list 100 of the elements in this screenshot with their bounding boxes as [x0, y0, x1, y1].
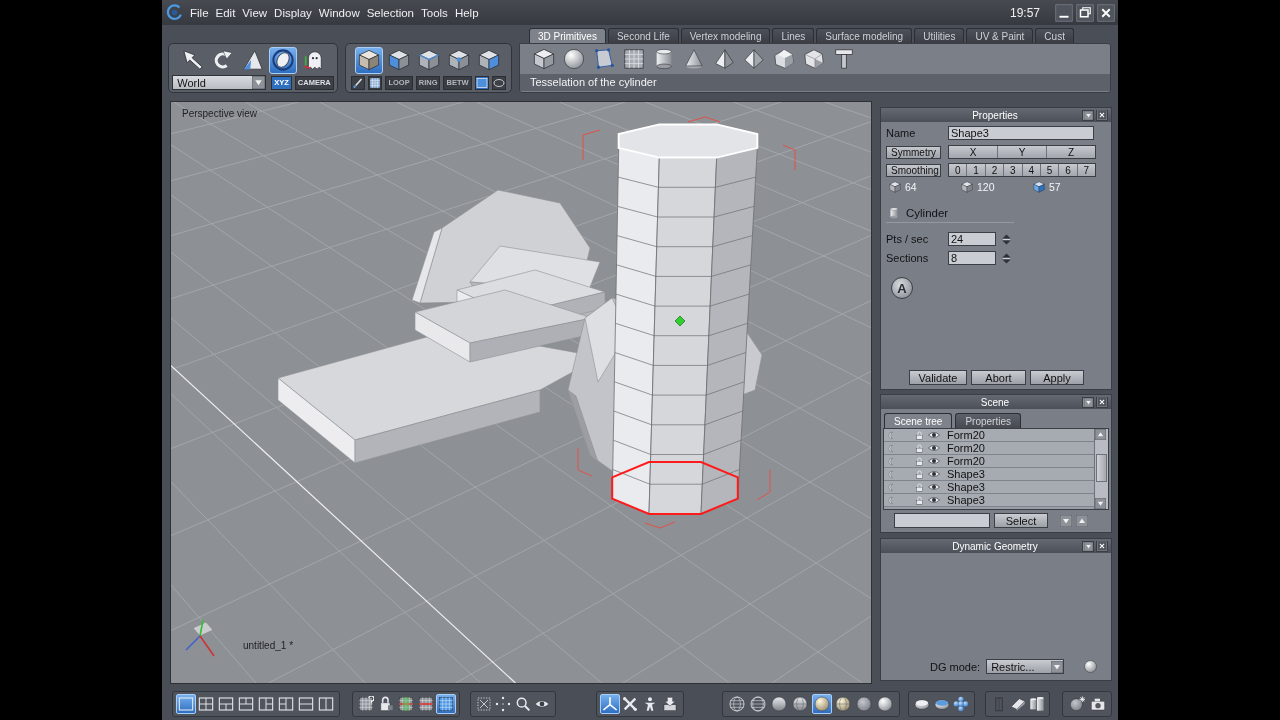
axis-toggle[interactable]: X [949, 146, 997, 158]
tool-button[interactable] [1027, 694, 1046, 714]
tool-button[interactable] [216, 694, 236, 714]
action-button[interactable]: Validate [909, 370, 967, 385]
tool-button[interactable] [875, 694, 896, 714]
tool-button[interactable] [620, 694, 640, 714]
menu-item[interactable]: Help [451, 6, 482, 19]
lock-icon[interactable] [915, 456, 924, 466]
select-button[interactable]: Select [994, 513, 1048, 528]
menu-item[interactable]: File [187, 6, 212, 19]
caret-down-icon[interactable] [1095, 498, 1106, 509]
minimize-icon[interactable] [1055, 3, 1073, 22]
tool-button[interactable] [356, 694, 376, 714]
tool-button[interactable] [236, 694, 256, 714]
ribbon-tab[interactable]: Cust [1035, 28, 1074, 43]
scene-tab[interactable]: Properties [955, 413, 1021, 428]
eye-icon[interactable] [928, 481, 940, 493]
tool-button[interactable] [493, 694, 513, 714]
caret-up-icon[interactable] [1076, 514, 1088, 527]
caret-down-icon[interactable] [1060, 514, 1072, 527]
scrollbar[interactable] [1094, 429, 1108, 509]
axis-toggle[interactable]: Y [997, 146, 1046, 158]
tool-button[interactable] [747, 694, 768, 714]
menu-item[interactable]: Window [315, 6, 363, 19]
spinner-icon[interactable] [1001, 233, 1012, 245]
tool-button[interactable] [276, 694, 296, 714]
search-field[interactable] [894, 513, 990, 528]
panel-menu-button[interactable] [1082, 540, 1094, 552]
ribbon-tab[interactable]: Lines [772, 28, 815, 43]
eye-icon[interactable] [928, 442, 940, 454]
tool-button[interactable] [769, 694, 790, 714]
name-field[interactable]: Shape3 [948, 126, 1094, 140]
scene-item[interactable]: Form20 [884, 455, 1094, 468]
tool-button[interactable] [474, 694, 494, 714]
scene-item[interactable]: Shape3 [884, 481, 1094, 494]
tool-button[interactable] [396, 694, 416, 714]
scene-item[interactable]: Form20 [884, 442, 1094, 455]
number-field[interactable]: 24 [948, 232, 996, 246]
tool-button[interactable] [196, 694, 216, 714]
mode-dropdown[interactable]: Restric... [986, 659, 1065, 674]
ribbon-tab[interactable]: UV & Paint [966, 28, 1034, 43]
tool-button[interactable] [726, 694, 747, 714]
level-toggle[interactable]: 6 [1058, 164, 1077, 176]
eye-icon[interactable] [928, 494, 940, 506]
tool-button[interactable] [832, 694, 853, 714]
lock-icon[interactable] [915, 430, 924, 440]
action-button[interactable]: Apply [1030, 370, 1084, 385]
scroll-thumb[interactable] [1096, 454, 1107, 482]
tool-button[interactable] [416, 694, 436, 714]
panel-menu-button[interactable] [1082, 396, 1094, 408]
tool-button[interactable] [368, 75, 383, 90]
tool-button[interactable] [491, 75, 506, 90]
axis-toggle[interactable]: Z [1046, 146, 1095, 158]
ribbon-tab[interactable]: Utilities [914, 28, 965, 43]
tool-button[interactable] [790, 694, 811, 714]
tool-button[interactable] [316, 694, 336, 714]
restore-icon[interactable] [1076, 3, 1094, 22]
viewport[interactable]: Perspective view untitled_1 * [170, 101, 872, 684]
reference-dropdown[interactable]: World [172, 75, 267, 90]
tool-button[interactable] [296, 694, 316, 714]
auto-button[interactable]: A [891, 277, 913, 299]
level-toggle[interactable]: 3 [1003, 164, 1022, 176]
tool-button[interactable] [474, 75, 489, 90]
close-button[interactable] [1096, 540, 1108, 552]
spinner-icon[interactable] [1001, 252, 1012, 264]
close-button[interactable] [1096, 396, 1108, 408]
menu-item[interactable]: Edit [212, 6, 239, 19]
ribbon-tab[interactable]: Second Life [607, 28, 679, 43]
number-field[interactable]: 8 [948, 251, 996, 265]
eye-icon[interactable] [928, 429, 940, 441]
caret-up-icon[interactable] [1095, 429, 1106, 440]
scene-item[interactable]: Shape3 [884, 468, 1094, 481]
symmetry-button[interactable]: Symmetry [886, 145, 941, 159]
circle-icon[interactable] [1084, 660, 1098, 673]
tool-button[interactable] [351, 75, 366, 90]
lock-icon[interactable] [915, 495, 924, 505]
panel-menu-button[interactable] [1082, 109, 1094, 121]
close-button[interactable] [1096, 109, 1108, 121]
scene-tab[interactable]: Scene tree [884, 413, 953, 428]
level-toggle[interactable]: 1 [966, 164, 985, 176]
lock-icon[interactable] [915, 469, 924, 479]
scene-item[interactable]: Shape3 [884, 494, 1094, 507]
menu-item[interactable]: Selection [363, 6, 417, 19]
tool-button[interactable] [951, 694, 971, 714]
ribbon-tab[interactable]: Surface modeling [816, 28, 913, 43]
menu-item[interactable]: View [239, 6, 271, 19]
scene-item[interactable]: Form20 [884, 429, 1094, 442]
menu-item[interactable]: Tools [418, 6, 451, 19]
action-button[interactable]: Abort [971, 370, 1026, 385]
smoothing-button[interactable]: Smoothing [886, 163, 941, 177]
ribbon-tab[interactable]: 3D Primitives [529, 28, 606, 43]
tool-button[interactable] [660, 694, 680, 714]
tool-button[interactable] [854, 694, 875, 714]
ribbon-tab[interactable]: Vertex modeling [680, 28, 771, 43]
tool-button[interactable] [256, 694, 276, 714]
level-toggle[interactable]: 0 [949, 164, 967, 176]
lock-icon[interactable] [915, 443, 924, 453]
lock-icon[interactable] [915, 482, 924, 492]
close-icon[interactable] [1097, 3, 1115, 22]
menu-item[interactable]: Display [271, 6, 315, 19]
